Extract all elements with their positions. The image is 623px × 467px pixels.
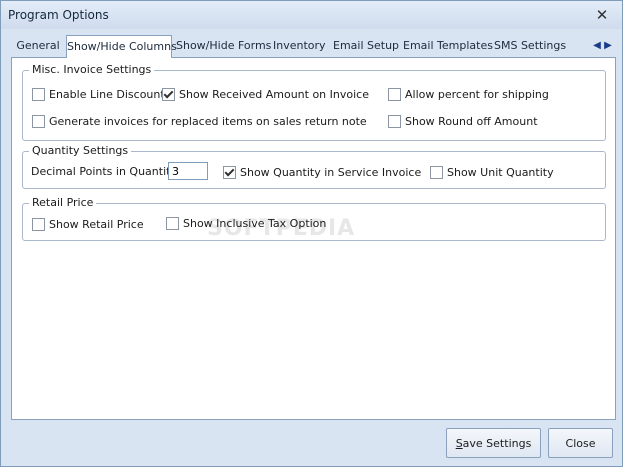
allow-percent-shipping-label: Allow percent for shipping (405, 88, 549, 101)
window-title: Program Options (8, 8, 109, 22)
checkbox-box[interactable] (32, 88, 45, 101)
save-accelerator-letter: S (455, 437, 463, 450)
generate-invoices-return-label: Generate invoices for replaced items on … (49, 115, 367, 128)
tab-sms-settings[interactable]: SMS Settings (494, 36, 566, 56)
save-settings-button[interactable]: Save Settings (446, 428, 541, 458)
show-retail-price-checkbox[interactable]: Show Retail Price (32, 218, 144, 231)
show-received-amount-label: Show Received Amount on Invoice (179, 88, 369, 101)
tab-scroll-right-icon[interactable]: ▶ (603, 39, 613, 53)
show-inclusive-tax-checkbox[interactable]: Show Inclusive Tax Option (166, 217, 326, 230)
decimal-points-input[interactable] (168, 162, 208, 180)
title-bar: Program Options ✕ (1, 1, 622, 29)
allow-percent-shipping-checkbox[interactable]: Allow percent for shipping (388, 88, 549, 101)
misc-invoice-settings-group: Misc. Invoice Settings Enable Line Disco… (22, 63, 606, 141)
show-round-off-label: Show Round off Amount (405, 115, 538, 128)
tab-show-hide-forms[interactable]: Show/Hide Forms (176, 36, 271, 56)
checkbox-box[interactable] (166, 217, 179, 230)
checkbox-box[interactable] (162, 88, 175, 101)
checkbox-box[interactable] (32, 218, 45, 231)
tab-show-hide-columns[interactable]: Show/Hide Columns (66, 35, 177, 58)
show-received-amount-checkbox[interactable]: Show Received Amount on Invoice (162, 88, 369, 101)
tab-email-templates[interactable]: Email Templates (403, 36, 493, 56)
show-unit-quantity-checkbox[interactable]: Show Unit Quantity (430, 166, 554, 179)
checkbox-box[interactable] (32, 115, 45, 128)
checkbox-box[interactable] (388, 115, 401, 128)
show-unit-quantity-label: Show Unit Quantity (447, 166, 554, 179)
show-retail-price-label: Show Retail Price (49, 218, 144, 231)
checkbox-box[interactable] (223, 166, 236, 179)
save-button-label: ave Settings (462, 437, 532, 450)
tab-inventory[interactable]: Inventory (273, 36, 326, 56)
decimal-points-label: Decimal Points in Quantity (31, 165, 177, 178)
retail-price-title: Retail Price (29, 196, 97, 209)
tab-scroll-left-icon[interactable]: ◀ (592, 39, 602, 53)
show-qty-service-invoice-label: Show Quantity in Service Invoice (240, 166, 422, 179)
checkbox-box[interactable] (388, 88, 401, 101)
show-round-off-checkbox[interactable]: Show Round off Amount (388, 115, 538, 128)
generate-invoices-return-checkbox[interactable]: Generate invoices for replaced items on … (32, 115, 367, 128)
quantity-settings-group: Quantity Settings Decimal Points in Quan… (22, 144, 606, 189)
misc-invoice-settings-title: Misc. Invoice Settings (29, 63, 155, 76)
tab-panel-show-hide-columns: SOFTPEDIA Misc. Invoice Settings Enable … (11, 57, 616, 420)
tab-general[interactable]: General (13, 36, 63, 56)
retail-price-group: Retail Price Show Retail Price Show Incl… (22, 196, 606, 241)
show-inclusive-tax-label: Show Inclusive Tax Option (183, 217, 327, 230)
close-button[interactable]: Close (548, 428, 613, 458)
checkbox-box[interactable] (430, 166, 443, 179)
quantity-settings-title: Quantity Settings (29, 144, 132, 157)
tab-email-setup[interactable]: Email Setup (333, 36, 399, 56)
tab-strip: General Show/Hide Columns Show/Hide Form… (11, 35, 616, 58)
show-qty-service-invoice-checkbox[interactable]: Show Quantity in Service Invoice (223, 166, 421, 179)
program-options-window: Program Options ✕ General Show/Hide Colu… (0, 0, 623, 467)
enable-line-discount-checkbox[interactable]: Enable Line Discount (32, 88, 165, 101)
enable-line-discount-label: Enable Line Discount (49, 88, 165, 101)
close-icon[interactable]: ✕ (592, 7, 612, 23)
